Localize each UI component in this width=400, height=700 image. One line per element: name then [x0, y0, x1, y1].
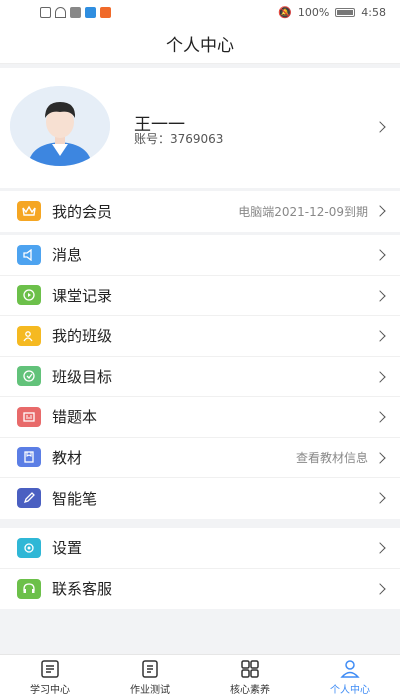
- clock: 4:58: [361, 5, 386, 19]
- mute-icon: 🔕: [278, 5, 292, 19]
- menu-item-label: 设置: [52, 539, 83, 558]
- membership-label: 我的会员: [52, 202, 113, 221]
- chevron-right-icon: [374, 330, 386, 342]
- battery-icon: [335, 7, 356, 17]
- book-icon: [17, 447, 41, 468]
- bottom-tab-bar: 学习中心 作业测试 核心素养 个人中心: [0, 654, 400, 700]
- wrongbook-icon: [17, 406, 41, 427]
- menu-item-textbook[interactable]: 教材 查看教材信息: [0, 438, 400, 478]
- menu-item-settings[interactable]: 设置: [0, 528, 400, 569]
- tab-homework[interactable]: 作业测试: [100, 655, 200, 700]
- gear-icon: [17, 537, 41, 558]
- menu-item-label: 我的班级: [52, 327, 113, 346]
- menu-item-class-records[interactable]: 课堂记录: [0, 276, 400, 316]
- target-icon: [17, 366, 41, 387]
- tab-core-literacy[interactable]: 核心素养: [200, 655, 300, 700]
- avatar[interactable]: [10, 86, 110, 166]
- membership-row[interactable]: 我的会员 电脑端2021-12-09到期: [0, 191, 400, 232]
- menu-item-wrong-book[interactable]: 错题本: [0, 397, 400, 438]
- play-circle-icon: [17, 285, 41, 306]
- chevron-right-icon: [374, 582, 386, 595]
- home-icon: [70, 6, 81, 18]
- chevron-right-icon: [374, 249, 386, 261]
- wifi-icon: [55, 6, 66, 18]
- menu-item-label: 联系客服: [52, 580, 113, 599]
- menu-item-label: 班级目标: [52, 367, 113, 386]
- chevron-right-icon: [374, 121, 386, 133]
- battery-text: 100%: [297, 5, 330, 19]
- membership-group: 我的会员 电脑端2021-12-09到期: [0, 191, 400, 232]
- profile-card[interactable]: 王一一 账号：3769063: [0, 68, 400, 188]
- chevron-right-icon: [374, 542, 386, 554]
- grid-icon: [241, 660, 259, 678]
- menu-item-messages[interactable]: 消息: [0, 235, 400, 276]
- pen-icon: [17, 488, 41, 509]
- menu-item-smart-pen[interactable]: 智能笔: [0, 478, 400, 519]
- settings-group: 设置 联系客服: [0, 528, 400, 609]
- chevron-right-icon: [374, 492, 386, 504]
- avatar-illustration: [10, 86, 110, 166]
- status-bar: 🔕 100% 4:58: [0, 0, 400, 24]
- user-account: 账号：3769063: [134, 132, 224, 146]
- menu-group: 消息 课堂记录 我的班级 班级目标 错题本 教材 查看教材信息 智能笔: [0, 235, 400, 519]
- status-icons: [40, 6, 111, 18]
- headset-icon: [17, 578, 41, 599]
- tab-label: 核心素养: [230, 685, 270, 696]
- tab-label: 作业测试: [130, 685, 170, 696]
- menu-item-label: 教材: [52, 448, 83, 467]
- app-icon: [100, 6, 111, 18]
- menu-item-label: 智能笔: [52, 489, 98, 508]
- speaker-icon: [17, 244, 41, 265]
- study-icon: [41, 660, 59, 678]
- class-icon: [17, 325, 41, 346]
- chevron-right-icon: [374, 451, 386, 464]
- crown-icon: [17, 201, 41, 222]
- chevron-right-icon: [374, 370, 386, 383]
- menu-item-class-goals[interactable]: 班级目标: [0, 357, 400, 397]
- homework-icon: [142, 660, 158, 678]
- chevron-right-icon: [374, 289, 386, 302]
- textbook-info-link[interactable]: 查看教材信息: [296, 449, 368, 466]
- app-icon: [85, 6, 96, 18]
- menu-item-label: 消息: [52, 246, 83, 265]
- menu-item-my-class[interactable]: 我的班级: [0, 316, 400, 357]
- menu-item-customer-service[interactable]: 联系客服: [0, 569, 400, 610]
- menu-item-label: 课堂记录: [52, 286, 113, 305]
- tab-study-center[interactable]: 学习中心: [0, 655, 100, 700]
- tab-label: 个人中心: [330, 685, 370, 696]
- menu-item-label: 错题本: [52, 408, 98, 427]
- person-icon: [340, 660, 360, 678]
- page-title: 个人中心: [0, 24, 400, 64]
- tab-label: 学习中心: [30, 685, 70, 696]
- chevron-right-icon: [374, 205, 386, 217]
- tab-personal-center[interactable]: 个人中心: [300, 655, 400, 700]
- membership-expiry: 电脑端2021-12-09到期: [238, 204, 368, 219]
- notification-icon: [40, 6, 51, 18]
- chevron-right-icon: [374, 411, 386, 423]
